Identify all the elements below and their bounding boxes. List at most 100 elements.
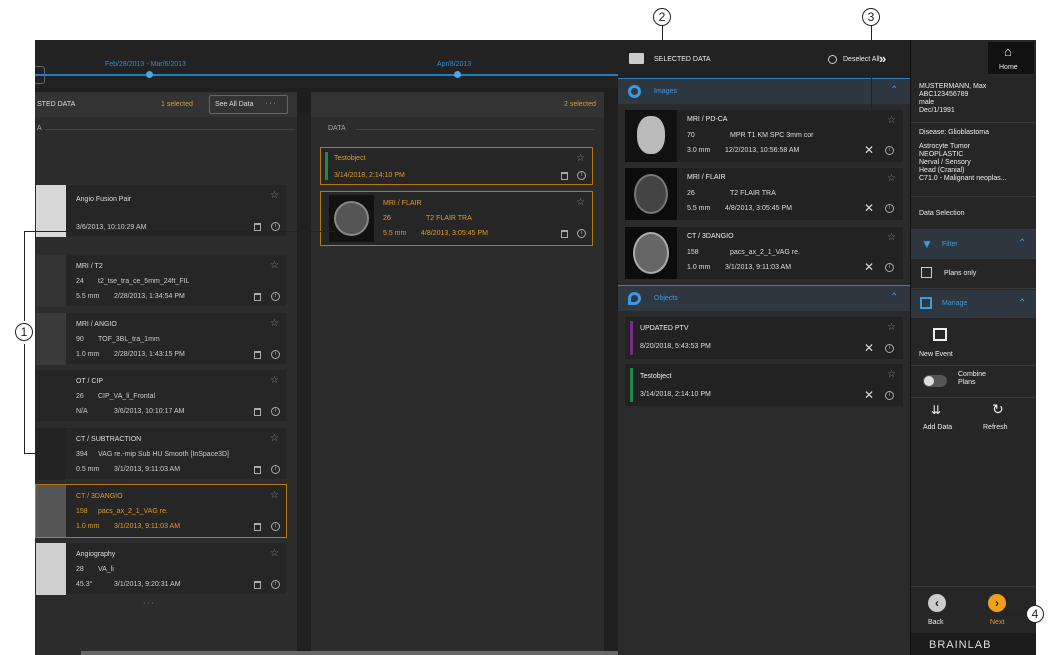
data-selection-item[interactable]: Data Selection xyxy=(911,198,1036,230)
trash-icon[interactable] xyxy=(254,293,261,301)
list-item[interactable]: OT / CIP ☆ 26 CIP_VA_li_Frontal N/A 3/6/… xyxy=(35,369,287,422)
filter-label: Filter xyxy=(942,241,958,248)
star-icon[interactable]: ☆ xyxy=(887,232,896,243)
list-item[interactable]: MRI / T2 ☆ 24 t2_tse_tra_ce_5mm_24ft_FIL… xyxy=(35,254,287,307)
item-thickness: 5.5 mm xyxy=(76,293,100,300)
info-icon[interactable]: i xyxy=(577,229,586,238)
info-icon[interactable]: i xyxy=(885,391,894,400)
remove-icon[interactable]: ✕ xyxy=(864,341,874,355)
star-icon[interactable]: ☆ xyxy=(270,433,279,444)
item-thickness: 0.5 mm xyxy=(76,466,100,473)
timeline[interactable]: Feb/28/2013 - Mar/6/2013 Apr/8/2013 xyxy=(35,40,618,88)
trash-icon[interactable] xyxy=(254,351,261,359)
checkbox-icon[interactable] xyxy=(921,267,932,278)
star-icon[interactable]: ☆ xyxy=(270,490,279,501)
chevron-up-icon[interactable]: ⌃ xyxy=(1018,298,1026,309)
list-item[interactable]: MRI / ANGIO ☆ 90 TOF_3BL_tra_1mm 1.0 mm … xyxy=(35,312,287,365)
star-icon[interactable]: ☆ xyxy=(270,260,279,271)
star-icon[interactable]: ☆ xyxy=(887,369,896,380)
trash-icon[interactable] xyxy=(254,581,261,589)
refresh-button[interactable]: ↻ Refresh xyxy=(974,397,1036,439)
remove-icon[interactable]: ✕ xyxy=(864,388,874,402)
list-item-selected[interactable]: CT / 3DANGIO ☆ 158 pacs_ax_2_1_VAG re. 1… xyxy=(35,484,287,538)
info-icon[interactable]: i xyxy=(271,522,280,531)
add-data-button[interactable]: ⇊ Add Data xyxy=(911,397,974,439)
item-title: MRI / FLAIR xyxy=(687,174,726,181)
star-icon[interactable]: ☆ xyxy=(887,322,896,333)
star-icon[interactable]: ☆ xyxy=(270,548,279,559)
timeline-dot-1[interactable] xyxy=(146,71,153,78)
selected-object-card[interactable]: Testobject ☆ 3/14/2018, 2:14:10 PM ✕ i xyxy=(625,364,903,406)
trash-icon[interactable] xyxy=(254,408,261,416)
plans-only-checkbox[interactable]: Plans only xyxy=(911,259,1036,289)
see-all-data-button[interactable]: See All Data · · · xyxy=(209,95,288,114)
list-item[interactable]: Angiography ☆ 28 VA_li 45.3° 3/1/2013, 9… xyxy=(35,542,287,595)
star-icon[interactable]: ☆ xyxy=(887,115,896,126)
chevron-up-icon[interactable]: ⌃ xyxy=(890,292,898,303)
back-button[interactable]: ‹ Back xyxy=(911,586,974,632)
info-icon[interactable]: i xyxy=(271,580,280,589)
star-icon[interactable]: ☆ xyxy=(576,197,585,208)
deselect-all-button[interactable]: Deselect All xyxy=(843,56,880,63)
timeline-range-2[interactable]: Apr/8/2013 xyxy=(437,61,471,68)
callout-line xyxy=(24,231,25,321)
collapse-panel-icon[interactable]: » xyxy=(879,51,886,66)
info-icon[interactable]: i xyxy=(885,204,894,213)
callout-2: 2 xyxy=(653,8,671,26)
image-card-selected[interactable]: MRI / FLAIR ☆ 26 T2 FLAIR TRA 5.5 mm 4/8… xyxy=(320,191,593,246)
timeline-range-1[interactable]: Feb/28/2013 - Mar/6/2013 xyxy=(105,61,186,68)
item-series: CIP_VA_li_Frontal xyxy=(98,393,156,400)
selected-image-card[interactable]: CT / 3DANGIO ☆ 158 pacs_ax_2_1_VAG re. 1… xyxy=(625,227,903,279)
selected-image-card[interactable]: MRI / PD-CA ☆ 70 MPR T1 KM SPC 3mm cor 3… xyxy=(625,110,903,162)
list-item[interactable]: CT / SUBTRACTION ☆ 394 VAG re.-mip Sub H… xyxy=(35,427,287,480)
combine-plans-toggle[interactable]: Combine Plans xyxy=(911,365,1036,395)
trash-icon[interactable] xyxy=(561,172,568,180)
star-icon[interactable]: ☆ xyxy=(270,190,279,201)
info-icon[interactable]: i xyxy=(577,171,586,180)
horizontal-scrollbar[interactable] xyxy=(81,651,618,655)
objects-section-header[interactable]: Objects ⌃ xyxy=(618,285,910,311)
remove-icon[interactable]: ✕ xyxy=(864,201,874,215)
images-section-label: Images xyxy=(654,88,677,95)
refresh-icon: ↻ xyxy=(992,401,1004,417)
item-count: 394 xyxy=(76,451,88,458)
chevron-up-icon[interactable]: ⌃ xyxy=(890,85,898,96)
trash-icon[interactable] xyxy=(561,230,568,238)
section-divider xyxy=(45,129,295,130)
info-icon[interactable]: i xyxy=(271,350,280,359)
more-ellipsis[interactable]: · · · xyxy=(143,600,154,607)
trash-icon[interactable] xyxy=(254,523,261,531)
info-icon[interactable]: i xyxy=(885,263,894,272)
manage-section-header[interactable]: Manage ⌃ xyxy=(911,290,1036,318)
info-icon[interactable]: i xyxy=(271,292,280,301)
images-section-header[interactable]: Images ⌃ xyxy=(618,78,910,104)
info-icon[interactable]: i xyxy=(271,465,280,474)
list-item[interactable]: Angio Fusion Pair ☆ 3/6/2013, 10:10:29 A… xyxy=(35,184,287,237)
object-date: 3/14/2018, 2:14:10 PM xyxy=(640,391,711,398)
chevron-up-icon[interactable]: ⌃ xyxy=(1018,238,1026,249)
selected-image-card[interactable]: MRI / FLAIR ☆ 26 T2 FLAIR TRA 5.5 mm 4/8… xyxy=(625,168,903,220)
star-icon[interactable]: ☆ xyxy=(887,173,896,184)
star-icon[interactable]: ☆ xyxy=(576,153,585,164)
see-all-data-label: See All Data xyxy=(215,101,254,108)
filter-section-header[interactable]: ▼ Filter ⌃ xyxy=(911,230,1036,259)
timeline-dot-2[interactable] xyxy=(454,71,461,78)
star-icon[interactable]: ☆ xyxy=(270,375,279,386)
trash-icon[interactable] xyxy=(254,466,261,474)
info-icon[interactable]: i xyxy=(885,146,894,155)
info-icon[interactable]: i xyxy=(271,407,280,416)
info-icon[interactable]: i xyxy=(885,344,894,353)
minus-circle-icon[interactable] xyxy=(828,55,837,64)
item-date: 4/8/2013, 3:05:45 PM xyxy=(725,205,792,212)
object-card-selected[interactable]: Testobject ☆ 3/14/2018, 2:14:10 PM i xyxy=(320,147,593,185)
star-icon[interactable]: ☆ xyxy=(270,318,279,329)
new-event-button[interactable]: New Event xyxy=(911,320,1036,365)
trash-icon[interactable] xyxy=(254,223,261,231)
info-icon[interactable]: i xyxy=(271,222,280,231)
toggle-switch[interactable] xyxy=(923,375,947,387)
home-button[interactable]: ⌂ Home xyxy=(988,42,1034,74)
selected-object-card[interactable]: UPDATED PTV ☆ 8/20/2018, 5:43:53 PM ✕ i xyxy=(625,317,903,359)
remove-icon[interactable]: ✕ xyxy=(864,260,874,274)
remove-icon[interactable]: ✕ xyxy=(864,143,874,157)
item-series: VA_li xyxy=(98,566,114,573)
